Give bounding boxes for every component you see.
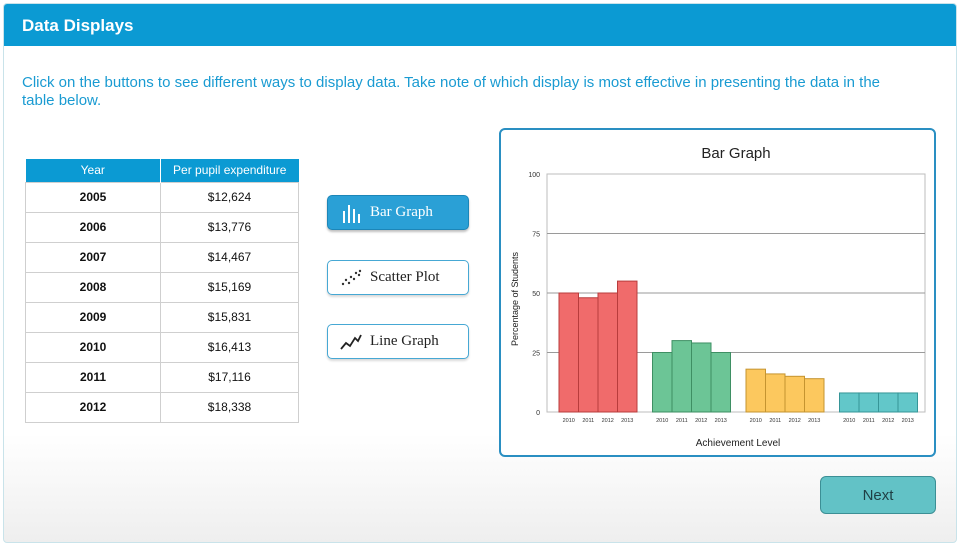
table-header-row: Year Per pupil expenditure [25,159,299,182]
bar [784,375,805,413]
x-tick-label: 2011 [676,418,688,424]
table-row: 2008 $15,169 [25,271,299,303]
table-row: 2006 $13,776 [25,211,299,243]
table-row: 2011 $17,116 [25,361,299,393]
expenditure-cell: $18,338 [160,391,299,423]
column-header-year: Year [25,159,161,182]
instructions-text: Click on the buttons to see different wa… [22,74,881,109]
year-cell: 2009 [25,301,161,333]
y-tick-label: 0 [536,410,540,417]
x-axis-label: Achievement Level [696,438,781,449]
x-tick-label: 2011 [769,418,781,424]
year-cell: 2010 [25,331,161,363]
bar [745,368,766,413]
bar [558,292,579,413]
table-row: 2007 $14,467 [25,241,299,273]
bar [578,297,599,413]
bar [897,392,918,413]
y-tick-label: 100 [528,172,540,179]
x-tick-label: 2013 [715,418,727,424]
bar [652,352,673,413]
expenditure-cell: $16,413 [160,331,299,363]
bar [671,340,692,413]
expenditure-cell: $15,169 [160,271,299,303]
x-tick-label: 2012 [882,418,894,424]
chart-panel: Bar Graph 0 25 50 75 100 2010 2011 2012 2013 2010 2… [499,128,936,457]
bar [804,378,825,413]
x-tick-label: 2013 [902,418,914,424]
x-tick-label: 2012 [789,418,801,424]
x-tick-label: 2012 [602,418,614,424]
y-tick-label: 50 [532,291,540,298]
bar [597,292,618,413]
x-tick-label: 2013 [621,418,633,424]
bar [765,373,786,413]
year-cell: 2007 [25,241,161,273]
line-graph-button[interactable]: Line Graph [327,324,469,359]
year-cell: 2005 [25,181,161,213]
bar-graph-button[interactable]: Bar Graph [327,195,469,230]
x-tick-label: 2012 [695,418,707,424]
table-row: 2010 $16,413 [25,331,299,363]
x-tick-label: 2011 [582,418,594,424]
bar [710,352,731,413]
expenditure-cell: $13,776 [160,211,299,243]
x-tick-label: 2011 [863,418,875,424]
y-axis-label: Percentage of Students [510,251,520,346]
expenditure-cell: $17,116 [160,361,299,393]
y-tick-label: 25 [532,351,540,358]
header-bar: Data Displays [4,4,956,46]
bar-chart-icon [343,204,360,223]
expenditure-table: Year Per pupil expenditure 2005 $12,624 2… [25,159,299,423]
bar [839,392,860,413]
table-row: 2012 $18,338 [25,391,299,423]
x-tick-label: 2010 [750,418,762,424]
year-cell: 2006 [25,211,161,243]
page-title: Data Displays [22,16,134,35]
year-cell: 2008 [25,271,161,303]
column-header-expenditure: Per pupil expenditure [160,159,299,182]
year-cell: 2011 [25,361,161,393]
bar-chart: Bar Graph 0 25 50 75 100 2010 2011 2012 2013 2010 2… [510,145,926,449]
bar [691,342,712,413]
bar [878,392,899,413]
line-graph-label: Line Graph [370,333,439,349]
y-tick-label: 75 [532,232,540,239]
bar [617,280,638,413]
bar-graph-label: Bar Graph [370,204,433,220]
x-tick-label: 2013 [808,418,820,424]
bar [858,392,879,413]
scatter-plot-button[interactable]: Scatter Plot [327,260,469,295]
expenditure-cell: $14,467 [160,241,299,273]
table-row: 2009 $15,831 [25,301,299,333]
table-row: 2005 $12,624 [25,181,299,213]
x-tick-label: 2010 [656,418,668,424]
scatter-plot-icon [341,269,362,285]
scatter-plot-label: Scatter Plot [370,269,440,285]
x-tick-label: 2010 [843,418,855,424]
line-graph-icon [340,334,362,350]
activity-frame: Data Displays Click on the buttons to se… [3,3,957,543]
expenditure-cell: $15,831 [160,301,299,333]
chart-title: Bar Graph [701,145,770,162]
expenditure-cell: $12,624 [160,181,299,213]
year-cell: 2012 [25,391,161,423]
next-button[interactable]: Next [820,476,936,514]
x-tick-label: 2010 [563,418,575,424]
